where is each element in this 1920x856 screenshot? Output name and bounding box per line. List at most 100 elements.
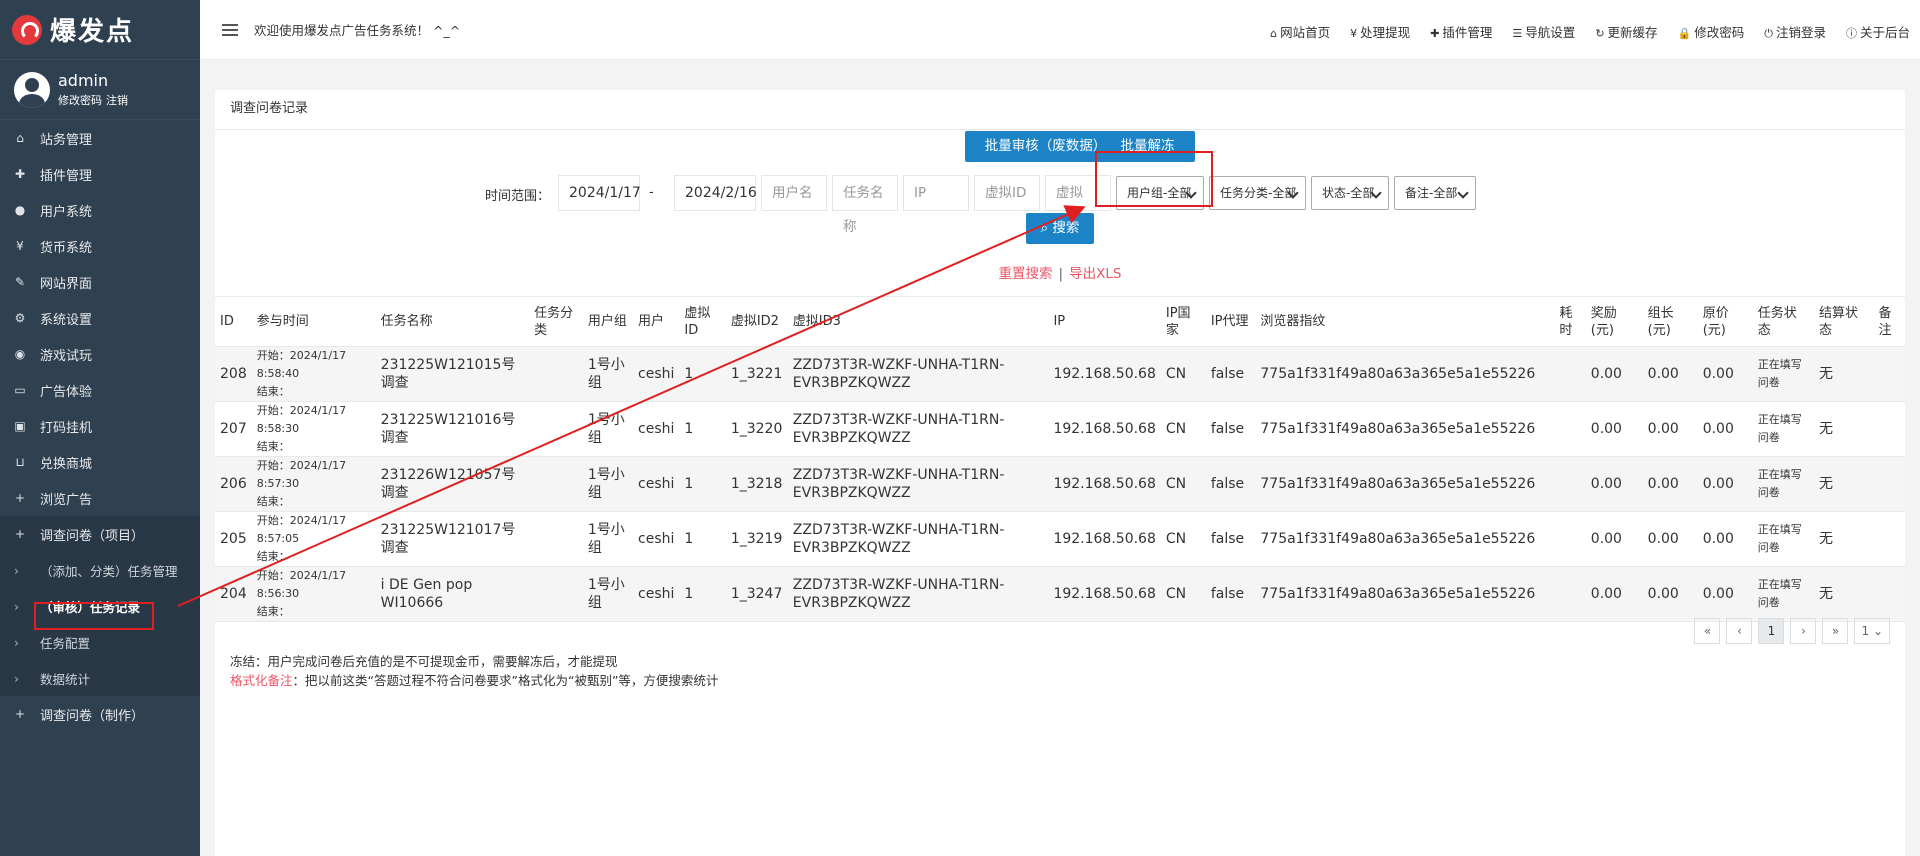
cell-cat xyxy=(529,511,583,567)
cell-id: 207 xyxy=(215,401,252,457)
table-body: 208 开始：2024/1/17 8:58:40 结束： 231225W121015号… xyxy=(215,346,1905,622)
top-links: ⌂ 网站首页 ¥ 处理提现 ✚ 插件管理 ☰ 导航设置 ↻ 更新缓存 🔒 修改密码 ⏻ 注销登录 ⓘ 关于后台 xyxy=(1250,22,1910,41)
top-link-label: 网站首页 xyxy=(1280,25,1331,40)
table-row[interactable]: 204 开始：2024/1/17 8:56:30 结束： i DE Gen pop W… xyxy=(215,566,1905,622)
top-link-0[interactable]: ⌂ 网站首页 xyxy=(1270,22,1330,41)
cell-vid2: 1_3247 xyxy=(725,566,788,622)
cell-orig: 0.00 xyxy=(1697,511,1753,567)
cell-settle: 无 xyxy=(1814,566,1874,622)
sidebar-subitem-0[interactable]: › （添加、分类）任务管理 xyxy=(0,552,200,588)
image-icon: ▣ xyxy=(14,419,26,433)
cart-icon: ⊔ xyxy=(15,455,25,469)
sidebar-item-11[interactable]: + 调查问卷（项目） xyxy=(0,516,200,552)
cell-vid3: ZZD73T3R-WZKF-UNHA-T1RN-EVR3BPZKQWZZ xyxy=(787,511,1049,567)
cell-time xyxy=(1554,511,1586,567)
yen-icon: ¥ xyxy=(1350,27,1358,40)
sidebar-item-3[interactable]: ¥ 货币系统 xyxy=(0,228,200,264)
task-name-input[interactable]: 任务名称 xyxy=(832,175,898,235)
signpost-icon: ☰ xyxy=(1512,27,1523,40)
cell-orig: 0.00 xyxy=(1697,456,1753,512)
sidebar-item-9[interactable]: ⊔ 兑换商城 xyxy=(0,444,200,480)
cell-vid: 1 xyxy=(679,566,726,622)
freeze-note: 冻结：用户完成问卷后充值的是不可提现金币，需要解冻后，才能提现 xyxy=(230,654,618,669)
cell-reward: 0.00 xyxy=(1585,456,1643,512)
table-row[interactable]: 208 开始：2024/1/17 8:58:40 结束： 231225W121015号… xyxy=(215,346,1905,402)
monitor-icon: ▭ xyxy=(14,383,26,397)
top-link-7[interactable]: ⓘ 关于后台 xyxy=(1846,22,1910,41)
virtual-id-input[interactable]: 虚拟ID xyxy=(974,175,1040,211)
panel-title: 调查问卷记录 xyxy=(215,90,1905,130)
cell-fp: 775a1f331f49a80a63a365e5a1e55226 xyxy=(1255,456,1555,512)
status-select[interactable]: 状态-全部 xyxy=(1311,176,1389,210)
top-link-3[interactable]: ☰ 导航设置 xyxy=(1512,22,1575,41)
sidebar-item-10[interactable]: + 浏览广告 xyxy=(0,480,200,516)
page-1-button[interactable]: 1 xyxy=(1758,618,1785,644)
sidebar-item-7[interactable]: ▭ 广告体验 xyxy=(0,372,200,408)
chevron-right-icon: › xyxy=(14,670,19,686)
cell-leader: 0.00 xyxy=(1642,401,1698,457)
prev-page-button[interactable]: ‹ xyxy=(1726,618,1753,644)
table-row[interactable]: 205 开始：2024/1/17 8:57:05 结束： 231225W121017号… xyxy=(215,511,1905,567)
remark-select[interactable]: 备注-全部 xyxy=(1394,176,1476,210)
sidebar-item-survey-make[interactable]: + 调查问卷（制作） xyxy=(0,696,200,732)
search-icon: ⌕ xyxy=(1040,220,1053,236)
cell-remark xyxy=(1873,346,1905,402)
cell-user: ceshi xyxy=(633,401,680,457)
cell-country: CN xyxy=(1160,401,1206,457)
cell-country: CN xyxy=(1160,511,1206,567)
cell-status: 正在填写问卷 xyxy=(1752,456,1814,512)
chevron-right-icon: › xyxy=(14,562,19,578)
top-link-4[interactable]: ↻ 更新缓存 xyxy=(1595,22,1657,41)
next-page-button[interactable]: › xyxy=(1790,618,1817,644)
cell-vid2: 1_3219 xyxy=(725,511,788,567)
first-page-button[interactable]: « xyxy=(1694,618,1721,644)
cell-id: 204 xyxy=(215,566,252,622)
sidebar-item-6[interactable]: ◉ 游戏试玩 xyxy=(0,336,200,372)
ip-input[interactable]: IP xyxy=(903,175,969,211)
cell-status: 正在填写问卷 xyxy=(1752,511,1814,567)
brand-logo[interactable]: 爆发点 xyxy=(0,0,200,60)
chevron-right-icon: › xyxy=(14,598,19,614)
cell-leader: 0.00 xyxy=(1642,566,1698,622)
change-password-link[interactable]: 修改密码 xyxy=(58,94,102,107)
export-xls-link[interactable]: 导出XLS xyxy=(1069,266,1121,282)
sidebar-item-4[interactable]: ✎ 网站界面 xyxy=(0,264,200,300)
filter-row: 时间范围： 2024/1/17 - 2024/2/16 用户名 任务名称 IP … xyxy=(215,175,1905,235)
cell-user: ceshi xyxy=(633,566,680,622)
reset-search-link[interactable]: 重置搜索 xyxy=(999,266,1053,282)
top-link-1[interactable]: ¥ 处理提现 xyxy=(1350,22,1410,41)
action-links: 重置搜索 | 导出XLS xyxy=(215,262,1905,282)
table-row[interactable]: 207 开始：2024/1/17 8:58:30 结束： 231225W121016号… xyxy=(215,401,1905,457)
logout-link[interactable]: 注销 xyxy=(106,94,128,107)
time-cell: 开始：2024/1/17 8:56:30 结束： xyxy=(251,566,376,622)
date-to-input[interactable]: 2024/2/16 xyxy=(674,175,757,211)
category-select[interactable]: 任务分类-全部 xyxy=(1209,176,1306,210)
table-row[interactable]: 206 开始：2024/1/17 8:57:30 结束： 231226W121057号… xyxy=(215,456,1905,512)
sidebar-item-1[interactable]: ✚ 插件管理 xyxy=(0,156,200,192)
last-page-button[interactable]: » xyxy=(1822,618,1849,644)
menu-toggle-icon[interactable] xyxy=(222,21,238,39)
sidebar-item-label: 打码挂机 xyxy=(40,420,93,436)
start-time: 开始：2024/1/17 8:58:30 xyxy=(256,404,347,435)
top-link-6[interactable]: ⏻ 注销登录 xyxy=(1764,22,1826,41)
top-link-5[interactable]: 🔒 修改密码 xyxy=(1678,22,1745,41)
sidebar-item-0[interactable]: ⌂ 站务管理 xyxy=(0,120,200,156)
sidebar-item-8[interactable]: ▣ 打码挂机 xyxy=(0,408,200,444)
time-cell: 开始：2024/1/17 8:57:05 结束： xyxy=(251,511,376,567)
sidebar-item-2[interactable]: ● 用户系统 xyxy=(0,192,200,228)
date-from-input[interactable]: 2024/1/17 xyxy=(558,175,641,211)
column-header: 奖励(元) xyxy=(1585,296,1643,347)
column-header: 备注 xyxy=(1873,296,1905,347)
top-link-2[interactable]: ✚ 插件管理 xyxy=(1430,22,1492,41)
cell-status: 正在填写问卷 xyxy=(1752,401,1814,457)
sidebar-subitem-3[interactable]: › 数据统计 xyxy=(0,660,200,696)
username-input[interactable]: 用户名 xyxy=(761,175,827,211)
sidebar-item-5[interactable]: ⚙ 系统设置 xyxy=(0,300,200,336)
page-select[interactable]: 1 ⌄ xyxy=(1854,618,1890,644)
column-header: 组长(元) xyxy=(1642,296,1698,347)
top-link-label: 修改密码 xyxy=(1694,25,1745,40)
column-header: 虚拟ID2 xyxy=(725,296,788,347)
search-button[interactable]: ⌕ 搜索 xyxy=(1026,213,1094,244)
cell-reward: 0.00 xyxy=(1585,511,1643,567)
yen-icon: ¥ xyxy=(16,239,24,253)
